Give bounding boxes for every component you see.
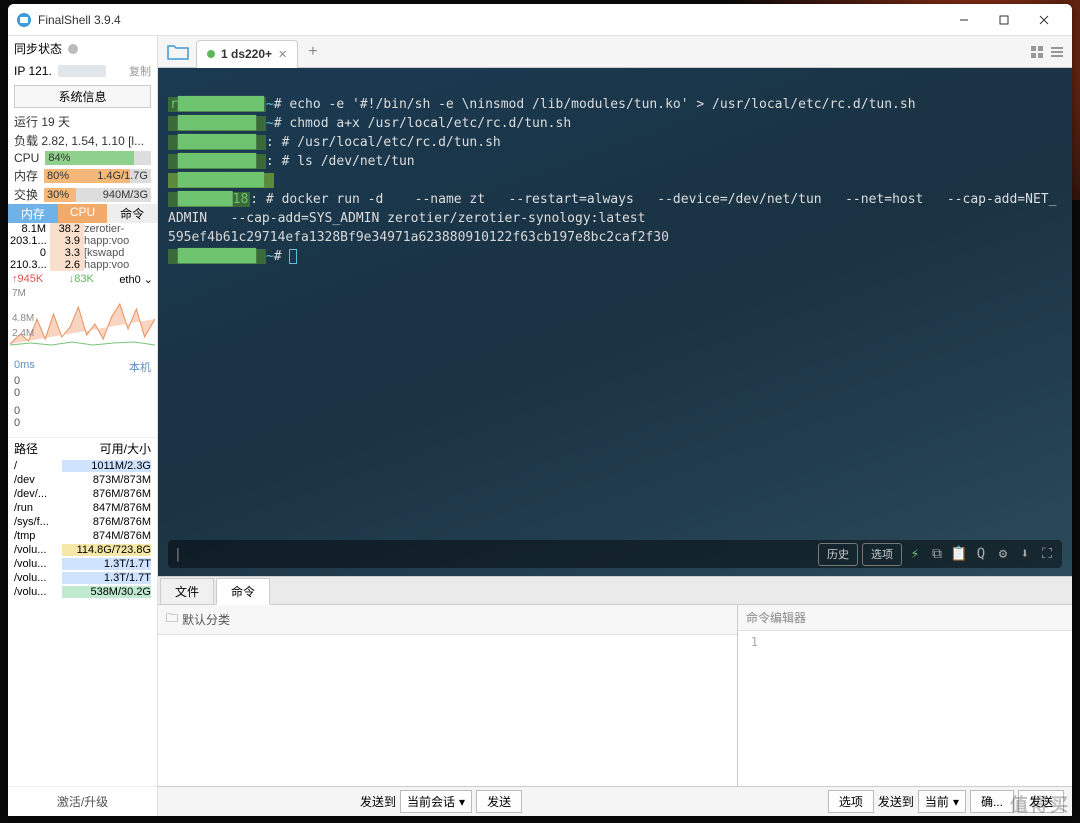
tabbar: 1 ds220+ ✕ + (158, 36, 1072, 68)
line-number: 1 (738, 631, 762, 788)
maximize-button[interactable] (984, 6, 1024, 34)
disk-header: 路径 可用/大小 (8, 437, 157, 459)
disk-row: /1011M/2.3G (8, 459, 157, 473)
net-chart (10, 299, 155, 347)
close-button[interactable] (1024, 6, 1064, 34)
disk-row: /volu...1.3T/1.7T (8, 557, 157, 571)
fullscreen-icon[interactable]: ⛶ (1038, 545, 1056, 564)
command-input[interactable] (186, 547, 814, 562)
disk-row: /sys/f...876M/876M (8, 515, 157, 529)
terminal[interactable]: r███████████~# echo -e '#!/bin/sh -e \ni… (158, 68, 1072, 576)
session-select[interactable]: 当前会话▾ (400, 790, 472, 813)
ip-label: IP 121. (14, 64, 52, 78)
process-tabs: 内存 CPU 命令 (8, 204, 157, 223)
net-iface-dropdown[interactable]: eth0 ⌄ (119, 273, 153, 286)
tab-title: 1 ds220+ (221, 47, 272, 61)
copy-ip-button[interactable]: 复制 (129, 63, 151, 79)
net-down: ↓83K (69, 273, 94, 286)
net-up: ↑945K (12, 273, 43, 286)
folder-icon: 🗀 (166, 609, 178, 630)
send-button-2[interactable]: 发送 (1018, 790, 1064, 813)
paste-icon[interactable]: 📋 (950, 545, 968, 564)
copy-icon[interactable]: ⧉ (928, 545, 946, 564)
cpu-label: CPU (14, 151, 39, 165)
footer-options-button[interactable]: 选项 (828, 790, 874, 813)
swap-bar: 30%940M/3G (44, 188, 151, 202)
cpu-bar: 84% (45, 151, 151, 165)
titlebar: FinalShell 3.9.4 (8, 4, 1072, 36)
ip-masked (58, 65, 106, 77)
swap-label: 交换 (14, 186, 38, 203)
disk-row: /dev873M/873M (8, 473, 157, 487)
category-default[interactable]: 🗀 默认分类 (158, 605, 737, 635)
send-to-label-2: 发送到 (878, 793, 914, 810)
tab-files[interactable]: 文件 (160, 578, 214, 604)
search-icon[interactable]: Q (972, 545, 990, 564)
proc-tab-mem[interactable]: 内存 (8, 204, 58, 223)
bolt-icon[interactable]: ⚡ (906, 545, 924, 564)
mem-label: 内存 (14, 167, 38, 184)
footer-bar: 发送到 当前会话▾ 发送 选项 发送到 当前▾ 确... 发送 (158, 786, 1072, 816)
confirm-button[interactable]: 确... (970, 790, 1014, 813)
disk-row: /tmp874M/876M (8, 529, 157, 543)
proc-row: 203.1...3.9happ:voo (8, 235, 157, 247)
connected-dot-icon (207, 50, 215, 58)
tab-close-icon[interactable]: ✕ (278, 48, 287, 61)
latency-ms: 0ms (14, 359, 35, 375)
disk-row: /run847M/876M (8, 501, 157, 515)
gear-icon[interactable]: ⚙ (994, 545, 1012, 564)
sync-status-label: 同步状态 (14, 40, 62, 57)
sync-dot-icon (68, 44, 78, 54)
proc-tab-cmd[interactable]: 命令 (107, 204, 157, 223)
command-input-bar: | 历史 选项 ⚡ ⧉ 📋 Q ⚙ ⬇ ⛶ (168, 540, 1062, 568)
grid-view-icon[interactable] (1028, 43, 1046, 61)
command-editor[interactable] (762, 631, 1072, 788)
system-info-button[interactable]: 系统信息 (14, 85, 151, 108)
proc-row: 210.3...2.6happ:voo (8, 259, 157, 271)
send-to-label: 发送到 (360, 793, 396, 810)
disk-row: /volu...1.3T/1.7T (8, 571, 157, 585)
download-icon[interactable]: ⬇ (1016, 545, 1034, 564)
load-label: 负载 2.82, 1.54, 1.10 [l... (8, 131, 157, 150)
history-button[interactable]: 历史 (818, 543, 858, 566)
current-select[interactable]: 当前▾ (918, 790, 966, 813)
folder-icon[interactable] (166, 40, 190, 64)
command-editor-title: 命令编辑器 (738, 605, 1072, 631)
app-icon (16, 12, 32, 28)
proc-row: 8.1M38.2zerotier- (8, 223, 157, 235)
tab-commands[interactable]: 命令 (216, 578, 270, 605)
proc-row: 03.3[kswapd (8, 247, 157, 259)
mem-bar: 80%1.4G/1.7G (44, 169, 151, 183)
latency-host-dropdown[interactable]: 本机 (129, 359, 151, 375)
proc-tab-cpu[interactable]: CPU (58, 204, 108, 223)
options-button[interactable]: 选项 (862, 543, 902, 566)
window-title: FinalShell 3.9.4 (38, 13, 944, 27)
uptime-label: 运行 19 天 (8, 112, 157, 131)
sidebar: 同步状态 IP 121. 复制 系统信息 运行 19 天 负载 2.82, 1.… (8, 36, 158, 816)
cursor-icon (289, 249, 297, 264)
disk-row: /volu...538M/30.2G (8, 585, 157, 599)
session-tab[interactable]: 1 ds220+ ✕ (196, 40, 298, 68)
activate-button[interactable]: 激活/升级 (8, 786, 157, 816)
process-list: 8.1M38.2zerotier- 203.1...3.9happ:voo 03… (8, 223, 157, 271)
main-area: 1 ds220+ ✕ + r███████████~# echo -e '#!/… (158, 36, 1072, 816)
disk-row: /volu...114.8G/723.8G (8, 543, 157, 557)
add-tab-button[interactable]: + (308, 43, 317, 61)
commands-panel: 🗀 默认分类 命令编辑器 1 (158, 604, 1072, 786)
minimize-button[interactable] (944, 6, 984, 34)
bottom-tabs: 文件 命令 (158, 576, 1072, 604)
list-view-icon[interactable] (1048, 43, 1066, 61)
send-button[interactable]: 发送 (476, 790, 522, 813)
disk-row: /dev/...876M/876M (8, 487, 157, 501)
